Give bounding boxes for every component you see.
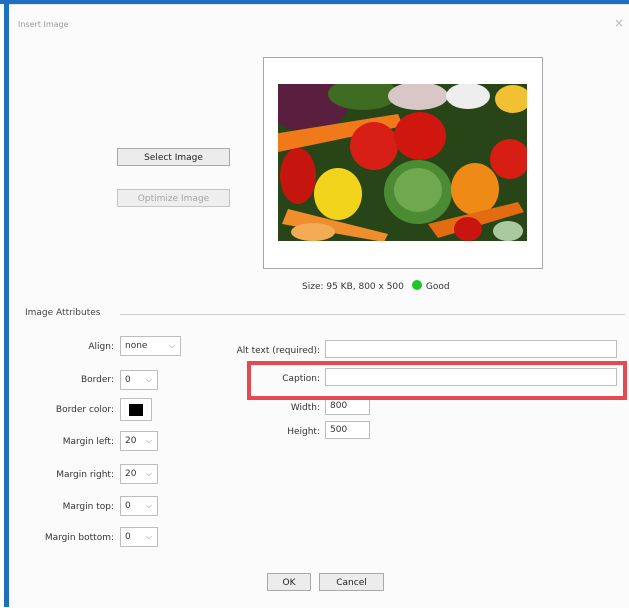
cancel-button[interactable]: Cancel: [319, 573, 384, 591]
align-label: Align:: [88, 342, 114, 352]
color-swatch: [129, 404, 143, 416]
alt-text-input[interactable]: [325, 340, 617, 358]
margin-bottom-label: Margin bottom:: [44, 533, 114, 543]
ok-button[interactable]: OK: [267, 573, 311, 591]
image-preview: [278, 84, 527, 241]
status-dot-icon: [411, 280, 422, 290]
border-color-label: Border color:: [55, 405, 114, 415]
width-label: Width:: [290, 403, 320, 413]
image-size-text: Size: 95 KB, 800 x 500: [302, 282, 404, 292]
border-color-picker[interactable]: [120, 398, 152, 421]
chevron-down-icon: ⌵: [168, 341, 175, 350]
image-size-info: Size: 95 KB, 800 x 500 Good: [302, 280, 450, 292]
select-image-button[interactable]: Select Image: [117, 148, 230, 166]
margin-right-label: Margin right:: [56, 470, 114, 480]
dialog-title: Insert Image: [18, 20, 69, 29]
close-icon[interactable]: ×: [614, 16, 624, 30]
chevron-down-icon: ⌵: [145, 532, 152, 541]
margin-right-value: 20: [125, 469, 137, 479]
chevron-down-icon: ⌵: [145, 501, 152, 510]
caption-highlight-box: [247, 361, 627, 400]
align-select[interactable]: none ⌵: [120, 336, 181, 356]
border-select[interactable]: 0 ⌵: [120, 370, 158, 390]
chevron-down-icon: ⌵: [145, 375, 152, 384]
margin-left-label: Margin left:: [62, 437, 114, 447]
height-label: Height:: [287, 427, 320, 437]
image-quality-status: Good: [425, 282, 450, 292]
margin-bottom-value: 0: [125, 532, 131, 542]
align-value: none: [125, 341, 148, 351]
margin-right-select[interactable]: 20 ⌵: [120, 464, 158, 484]
chevron-down-icon: ⌵: [145, 436, 152, 445]
alt-text-label: Alt text (required):: [236, 346, 320, 356]
margin-left-select[interactable]: 20 ⌵: [120, 431, 158, 451]
chevron-down-icon: ⌵: [145, 469, 152, 478]
optimize-image-button[interactable]: Optimize Image: [117, 189, 230, 207]
border-value: 0: [125, 375, 131, 385]
section-divider: [120, 314, 625, 315]
margin-top-label: Margin top:: [62, 502, 114, 512]
margin-top-select[interactable]: 0 ⌵: [120, 496, 158, 516]
margin-top-value: 0: [125, 501, 131, 511]
section-title-image-attributes: Image Attributes: [25, 308, 101, 318]
height-input[interactable]: 500: [325, 421, 370, 439]
margin-bottom-select[interactable]: 0 ⌵: [120, 527, 158, 547]
border-label: Border:: [80, 375, 114, 385]
margin-left-value: 20: [125, 436, 137, 446]
